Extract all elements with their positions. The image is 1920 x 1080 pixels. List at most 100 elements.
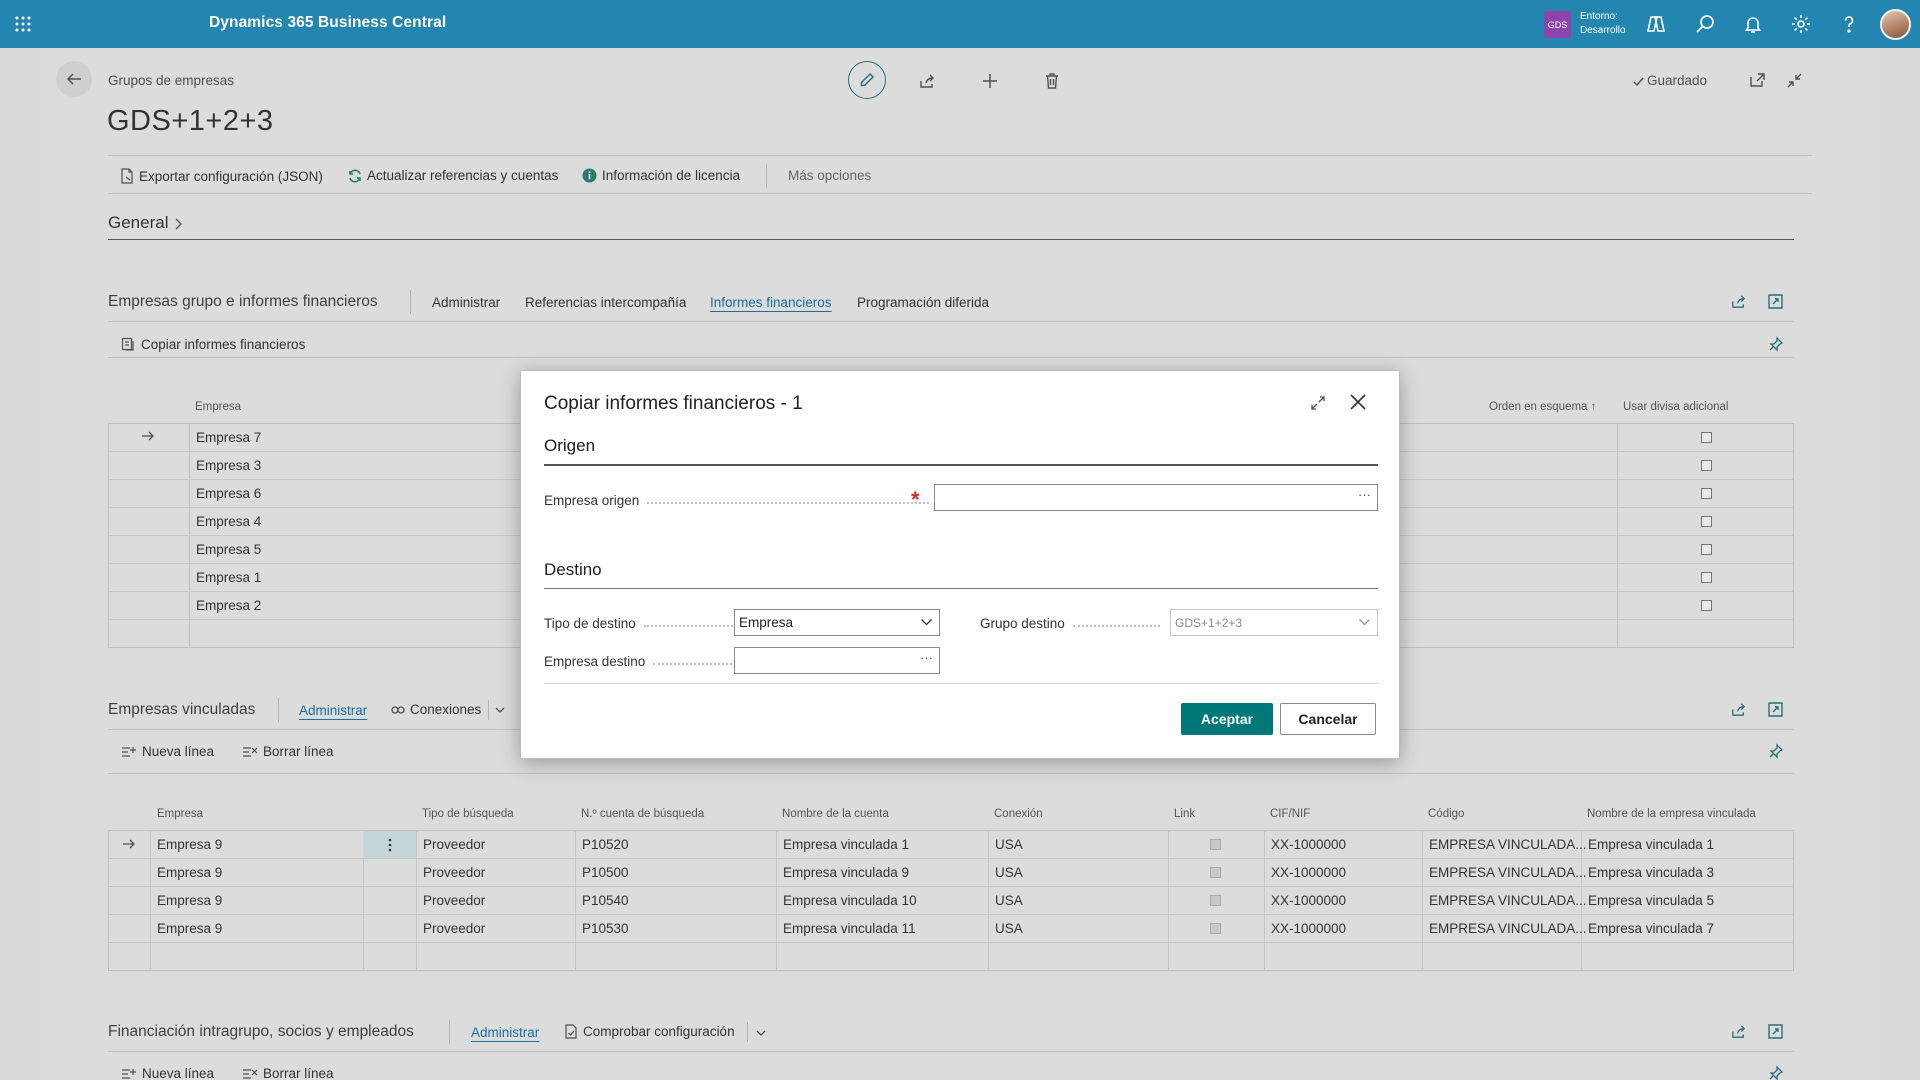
cell-orden[interactable]: 2 — [1597, 458, 1708, 473]
cell-cuenta[interactable]: P10520 — [582, 837, 629, 852]
copilot-icon[interactable] — [1645, 13, 1667, 35]
accept-button[interactable]: Aceptar — [1181, 703, 1273, 735]
cell-empresa[interactable]: Empresa 9 — [157, 837, 222, 852]
open-new-window-icon[interactable] — [1749, 72, 1766, 89]
cell-cuenta[interactable]: P10540 — [582, 893, 629, 908]
cell-empresa[interactable]: Empresa 9 — [157, 893, 222, 908]
cell-empresa[interactable]: Empresa 9 — [157, 921, 222, 936]
cell-codigo[interactable]: EMPRESA VINCULADA... — [1429, 893, 1587, 908]
lookup-ellipsis-icon[interactable]: ··· — [920, 650, 933, 665]
column-header-empresa[interactable]: Empresa — [157, 808, 203, 820]
checkbox-usar-divisa[interactable] — [1701, 516, 1712, 527]
collapse-icon[interactable] — [1786, 72, 1803, 89]
table-row[interactable]: Empresa 9 Proveedor P10540 Empresa vinculad… — [109, 887, 1793, 915]
tab-administrar-linked[interactable]: Administrar — [299, 703, 367, 718]
delete-line-action-financing[interactable]: Borrar línea — [242, 1066, 334, 1080]
cell-orden[interactable]: 5 — [1597, 542, 1708, 557]
cell-conexion[interactable]: USA — [995, 837, 1023, 852]
general-fasttab[interactable]: General — [108, 213, 183, 233]
cell-cif[interactable]: XX-1000000 — [1271, 921, 1346, 936]
edit-button[interactable] — [848, 61, 886, 99]
help-icon[interactable] — [1838, 13, 1860, 35]
cell-nombre[interactable]: Empresa vinculada 9 — [783, 865, 909, 880]
cell-codigo[interactable]: EMPRESA VINCULADA... — [1429, 865, 1587, 880]
cell-codigo[interactable]: EMPRESA VINCULADA... — [1429, 837, 1587, 852]
user-avatar[interactable] — [1880, 9, 1911, 40]
column-header-divisa[interactable]: Usar divisa adicional — [1623, 401, 1728, 413]
expand-panel-icon[interactable] — [1767, 701, 1784, 718]
environment-badge[interactable]: GDS — [1544, 11, 1571, 38]
cell-tipo[interactable]: Proveedor — [423, 865, 485, 880]
settings-gear-icon[interactable] — [1790, 13, 1812, 35]
cell-orden[interactable]: 7 — [1597, 598, 1708, 613]
search-icon[interactable] — [1694, 13, 1716, 35]
table-row[interactable]: Empresa 9 Proveedor P10500 Empresa vinculad… — [109, 859, 1793, 887]
tab-programacion-diferida[interactable]: Programación diferida — [857, 295, 989, 310]
cell-conexion[interactable]: USA — [995, 893, 1023, 908]
app-launcher-icon[interactable] — [14, 15, 32, 33]
delete-trash-icon[interactable] — [1043, 72, 1061, 90]
cell-orden[interactable]: 3 — [1597, 486, 1708, 501]
tab-administrar-financing[interactable]: Administrar — [471, 1025, 539, 1040]
app-name[interactable]: Dynamics 365 Business Central — [209, 14, 446, 32]
table-row[interactable]: Empresa 9 Proveedor P10520 Empresa vinculad… — [109, 831, 1793, 859]
cell-tipo[interactable]: Proveedor — [423, 837, 485, 852]
close-dialog-icon[interactable] — [1349, 393, 1367, 411]
checkbox-usar-divisa[interactable] — [1701, 460, 1712, 471]
column-header-empresa[interactable]: Empresa — [195, 401, 241, 413]
cell-nombre[interactable]: Empresa vinculada 11 — [783, 921, 916, 936]
checkbox-usar-divisa[interactable] — [1701, 488, 1712, 499]
checkbox-usar-divisa[interactable] — [1701, 432, 1712, 443]
share-icon[interactable] — [918, 72, 936, 90]
checkbox-usar-divisa[interactable] — [1701, 600, 1712, 611]
checkbox-usar-divisa[interactable] — [1701, 544, 1712, 555]
new-add-icon[interactable] — [981, 72, 999, 90]
column-header-cuenta[interactable]: N.º cuenta de búsqueda — [581, 808, 704, 820]
connections-menu[interactable]: Conexiones — [391, 702, 481, 717]
cell-vinculada[interactable]: Empresa vinculada 5 — [1588, 893, 1714, 908]
share-icon[interactable] — [1730, 701, 1747, 718]
pin-icon[interactable] — [1768, 743, 1784, 759]
maximize-dialog-icon[interactable] — [1310, 395, 1326, 411]
cell-orden[interactable]: 6 — [1597, 570, 1708, 585]
column-header-orden[interactable]: Orden en esquema ↑ — [1489, 401, 1596, 413]
column-header-tipo[interactable]: Tipo de búsqueda — [422, 808, 514, 820]
column-header-cif[interactable]: CIF/NIF — [1270, 808, 1310, 820]
cell-empresa[interactable]: Empresa 9 — [157, 865, 222, 880]
lookup-ellipsis-icon[interactable]: ··· — [1358, 487, 1371, 502]
copy-financial-reports-action[interactable]: Copiar informes financieros — [121, 337, 305, 352]
cell-tipo[interactable]: Proveedor — [423, 921, 485, 936]
environment-info[interactable]: Entorno: Desarrollo — [1580, 10, 1626, 38]
update-references-action[interactable]: Actualizar referencias y cuentas — [348, 168, 558, 183]
share-icon[interactable] — [1730, 293, 1747, 310]
cell-vinculada[interactable]: Empresa vinculada 3 — [1588, 865, 1714, 880]
export-config-action[interactable]: Exportar configuración (JSON) — [120, 168, 323, 184]
pin-icon[interactable] — [1768, 336, 1784, 352]
new-line-action[interactable]: Nueva línea — [121, 744, 214, 759]
cell-orden[interactable]: 1 — [1597, 430, 1708, 445]
cell-cuenta[interactable]: P10500 — [582, 865, 629, 880]
cell-cif[interactable]: XX-1000000 — [1271, 865, 1346, 880]
empresa-destino-input[interactable]: ··· — [734, 647, 940, 674]
tipo-destino-select[interactable]: Empresa — [734, 609, 940, 636]
cell-cif[interactable]: XX-1000000 — [1271, 893, 1346, 908]
column-header-nombre[interactable]: Nombre de la cuenta — [782, 808, 889, 820]
cell-tipo[interactable]: Proveedor — [423, 893, 485, 908]
column-header-conexion[interactable]: Conexión — [994, 808, 1043, 820]
tab-informes-financieros[interactable]: Informes financieros — [710, 295, 832, 310]
license-info-action[interactable]: Información de licencia — [582, 168, 740, 183]
check-configuration-action[interactable]: Comprobar configuración — [565, 1024, 735, 1039]
column-header-vinculada[interactable]: Nombre de la empresa vinculada — [1587, 808, 1756, 820]
column-header-codigo[interactable]: Código — [1428, 808, 1464, 820]
cell-empresa[interactable]: Empresa 1 — [196, 570, 261, 585]
cell-empresa[interactable]: Empresa 7 — [196, 430, 261, 445]
cell-empresa[interactable]: Empresa 3 — [196, 458, 261, 473]
breadcrumb[interactable]: Grupos de empresas — [108, 73, 234, 88]
chevron-down-icon[interactable] — [494, 704, 506, 716]
column-header-link[interactable]: Link — [1174, 808, 1195, 820]
table-row[interactable]: Empresa 9 Proveedor P10530 Empresa vinculad… — [109, 915, 1793, 943]
cell-empresa[interactable]: Empresa 2 — [196, 598, 261, 613]
cancel-button[interactable]: Cancelar — [1280, 703, 1376, 735]
notifications-bell-icon[interactable] — [1742, 13, 1764, 35]
pin-icon[interactable] — [1768, 1065, 1784, 1080]
